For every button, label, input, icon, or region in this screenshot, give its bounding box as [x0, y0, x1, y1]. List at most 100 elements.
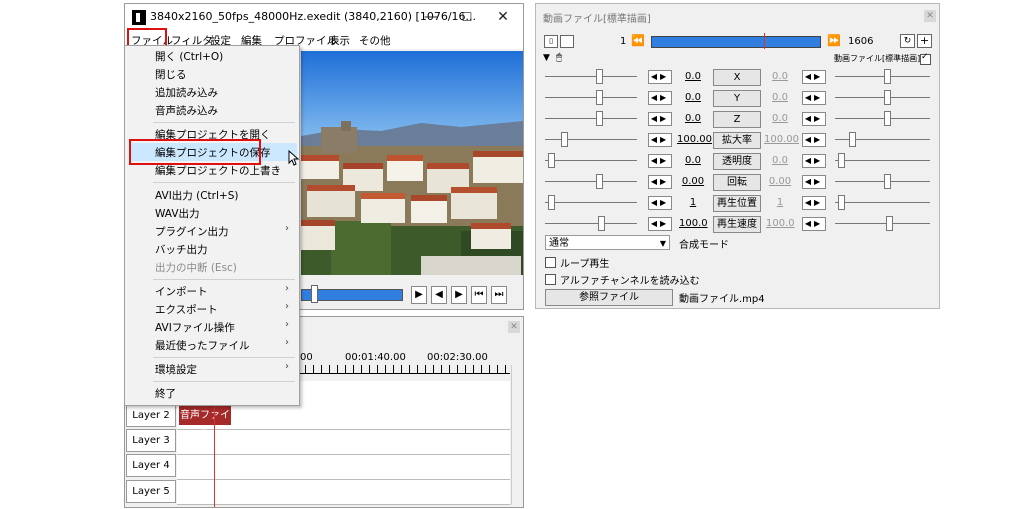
close-button[interactable]: ✕: [485, 4, 521, 30]
param-x-end[interactable]: 0.0: [766, 71, 794, 82]
filter-enable-checkbox[interactable]: [920, 52, 931, 65]
param-playpos-end[interactable]: 1: [766, 197, 794, 208]
menu-item-batch-output[interactable]: バッチ出力: [155, 242, 208, 257]
param-playpos-start[interactable]: 1: [679, 197, 707, 208]
param-speed-button[interactable]: 再生速度: [713, 216, 761, 233]
slider-knob[interactable]: [884, 69, 891, 84]
menu-item-exit[interactable]: 終了: [155, 386, 176, 401]
param-speed-end[interactable]: 100.0: [766, 218, 795, 229]
frame-range-bar[interactable]: [651, 36, 821, 48]
param-y-start[interactable]: 0.0: [679, 92, 707, 103]
go-end-button[interactable]: ⏭: [491, 286, 507, 304]
slider-knob[interactable]: [838, 153, 845, 168]
stepper-arrows[interactable]: ◀▶: [648, 91, 672, 105]
param-z-end[interactable]: 0.0: [766, 113, 794, 124]
slider-knob[interactable]: [886, 216, 893, 231]
stepper-arrows[interactable]: ◀▶: [648, 133, 672, 147]
seek-knob[interactable]: [311, 285, 318, 303]
param-scale-start[interactable]: 100.00: [677, 134, 712, 145]
split-icon[interactable]: ▯: [544, 35, 558, 48]
add-filter-icon[interactable]: +: [917, 34, 932, 48]
stepper-arrows[interactable]: ◀▶: [802, 133, 826, 147]
param-z-start[interactable]: 0.0: [679, 113, 707, 124]
param-x-start[interactable]: 0.0: [679, 71, 707, 82]
slider-knob[interactable]: [596, 69, 603, 84]
timeline-close-icon[interactable]: ✕: [508, 321, 520, 333]
menu-item-wav-output[interactable]: WAV出力: [155, 206, 200, 221]
menu-item-append[interactable]: 追加読み込み: [155, 85, 218, 100]
prev-frame-button[interactable]: ◀: [431, 286, 447, 304]
menu-item-audio-load[interactable]: 音声読み込み: [155, 103, 218, 118]
collapse-icon[interactable]: ▼: [543, 53, 550, 63]
minimize-button[interactable]: —: [413, 4, 449, 30]
layer-row[interactable]: [177, 455, 510, 480]
play-button[interactable]: ▶: [411, 286, 427, 304]
menu-item-open[interactable]: 開く (Ctrl+O): [155, 49, 223, 64]
layer-2-button[interactable]: Layer 2: [126, 404, 176, 427]
property-close-icon[interactable]: ✕: [924, 10, 936, 22]
stepper-arrows[interactable]: ◀▶: [648, 217, 672, 231]
audio-clip[interactable]: 音声ファイル: [179, 406, 231, 440]
param-opacity-button[interactable]: 透明度: [713, 153, 761, 170]
param-y-end[interactable]: 0.0: [766, 92, 794, 103]
menu-item-close[interactable]: 閉じる: [155, 67, 187, 82]
fast-forward-icon[interactable]: ⏩: [827, 34, 841, 47]
frame-icon[interactable]: [560, 35, 574, 48]
menu-view[interactable]: 表示: [329, 33, 350, 48]
layer-row[interactable]: [177, 480, 510, 505]
menu-item-avi-output[interactable]: AVI出力 (Ctrl+S): [155, 188, 238, 203]
menu-item-overwrite-project[interactable]: 編集プロジェクトの上書き: [155, 163, 281, 178]
param-scale-button[interactable]: 拡大率: [713, 132, 761, 149]
stepper-arrows[interactable]: ◀▶: [802, 217, 826, 231]
maximize-button[interactable]: ☐: [449, 4, 485, 30]
reference-file-button[interactable]: 参照ファイル: [545, 289, 673, 306]
param-rotation-button[interactable]: 回転: [713, 174, 761, 191]
stepper-arrows[interactable]: ◀▶: [802, 175, 826, 189]
slider-knob[interactable]: [598, 216, 605, 231]
slider-knob[interactable]: [596, 111, 603, 126]
slider-knob[interactable]: [596, 174, 603, 189]
stepper-arrows[interactable]: ◀▶: [648, 154, 672, 168]
param-x-button[interactable]: X: [713, 69, 761, 86]
stepper-arrows[interactable]: ◀▶: [648, 70, 672, 84]
param-opacity-end[interactable]: 0.0: [766, 155, 794, 166]
menu-item-recent-files[interactable]: 最近使ったファイル: [155, 338, 250, 353]
slider-knob[interactable]: [849, 132, 856, 147]
stepper-arrows[interactable]: ◀▶: [648, 196, 672, 210]
stepper-arrows[interactable]: ◀▶: [648, 175, 672, 189]
layer-5-button[interactable]: Layer 5: [126, 480, 176, 503]
menu-item-plugin-output[interactable]: プラグイン出力: [155, 224, 229, 239]
alpha-checkbox[interactable]: [545, 274, 556, 285]
slider-knob[interactable]: [561, 132, 568, 147]
slider-knob[interactable]: [884, 174, 891, 189]
timeline-scrollbar[interactable]: [511, 365, 523, 505]
param-opacity-start[interactable]: 0.0: [679, 155, 707, 166]
next-frame-button[interactable]: ▶: [451, 286, 467, 304]
loop-checkbox[interactable]: [545, 257, 556, 268]
param-speed-start[interactable]: 100.0: [679, 218, 708, 229]
menu-item-avi-file-ops[interactable]: AVIファイル操作: [155, 320, 235, 335]
menu-item-preferences[interactable]: 環境設定: [155, 362, 197, 377]
slider-knob[interactable]: [884, 111, 891, 126]
layer-row[interactable]: [177, 430, 510, 455]
menu-other[interactable]: その他: [359, 33, 391, 48]
param-y-button[interactable]: Y: [713, 90, 761, 107]
layer-4-button[interactable]: Layer 4: [126, 454, 176, 477]
param-playpos-button[interactable]: 再生位置: [713, 195, 761, 212]
stepper-arrows[interactable]: ◀▶: [802, 112, 826, 126]
slider-knob[interactable]: [596, 90, 603, 105]
param-scale-end[interactable]: 100.00: [764, 134, 799, 145]
layer-3-button[interactable]: Layer 3: [126, 429, 176, 452]
param-z-button[interactable]: Z: [713, 111, 761, 128]
stepper-arrows[interactable]: ◀▶: [802, 154, 826, 168]
stepper-arrows[interactable]: ◀▶: [802, 91, 826, 105]
slider-knob[interactable]: [548, 153, 555, 168]
slider-knob[interactable]: [838, 195, 845, 210]
stepper-arrows[interactable]: ◀▶: [802, 70, 826, 84]
param-rotation-start[interactable]: 0.00: [679, 176, 707, 187]
link-icon[interactable]: ↻: [900, 34, 915, 48]
menu-item-import[interactable]: インポート: [155, 284, 208, 299]
stepper-arrows[interactable]: ◀▶: [802, 196, 826, 210]
param-rotation-end[interactable]: 0.00: [766, 176, 794, 187]
stepper-arrows[interactable]: ◀▶: [648, 112, 672, 126]
